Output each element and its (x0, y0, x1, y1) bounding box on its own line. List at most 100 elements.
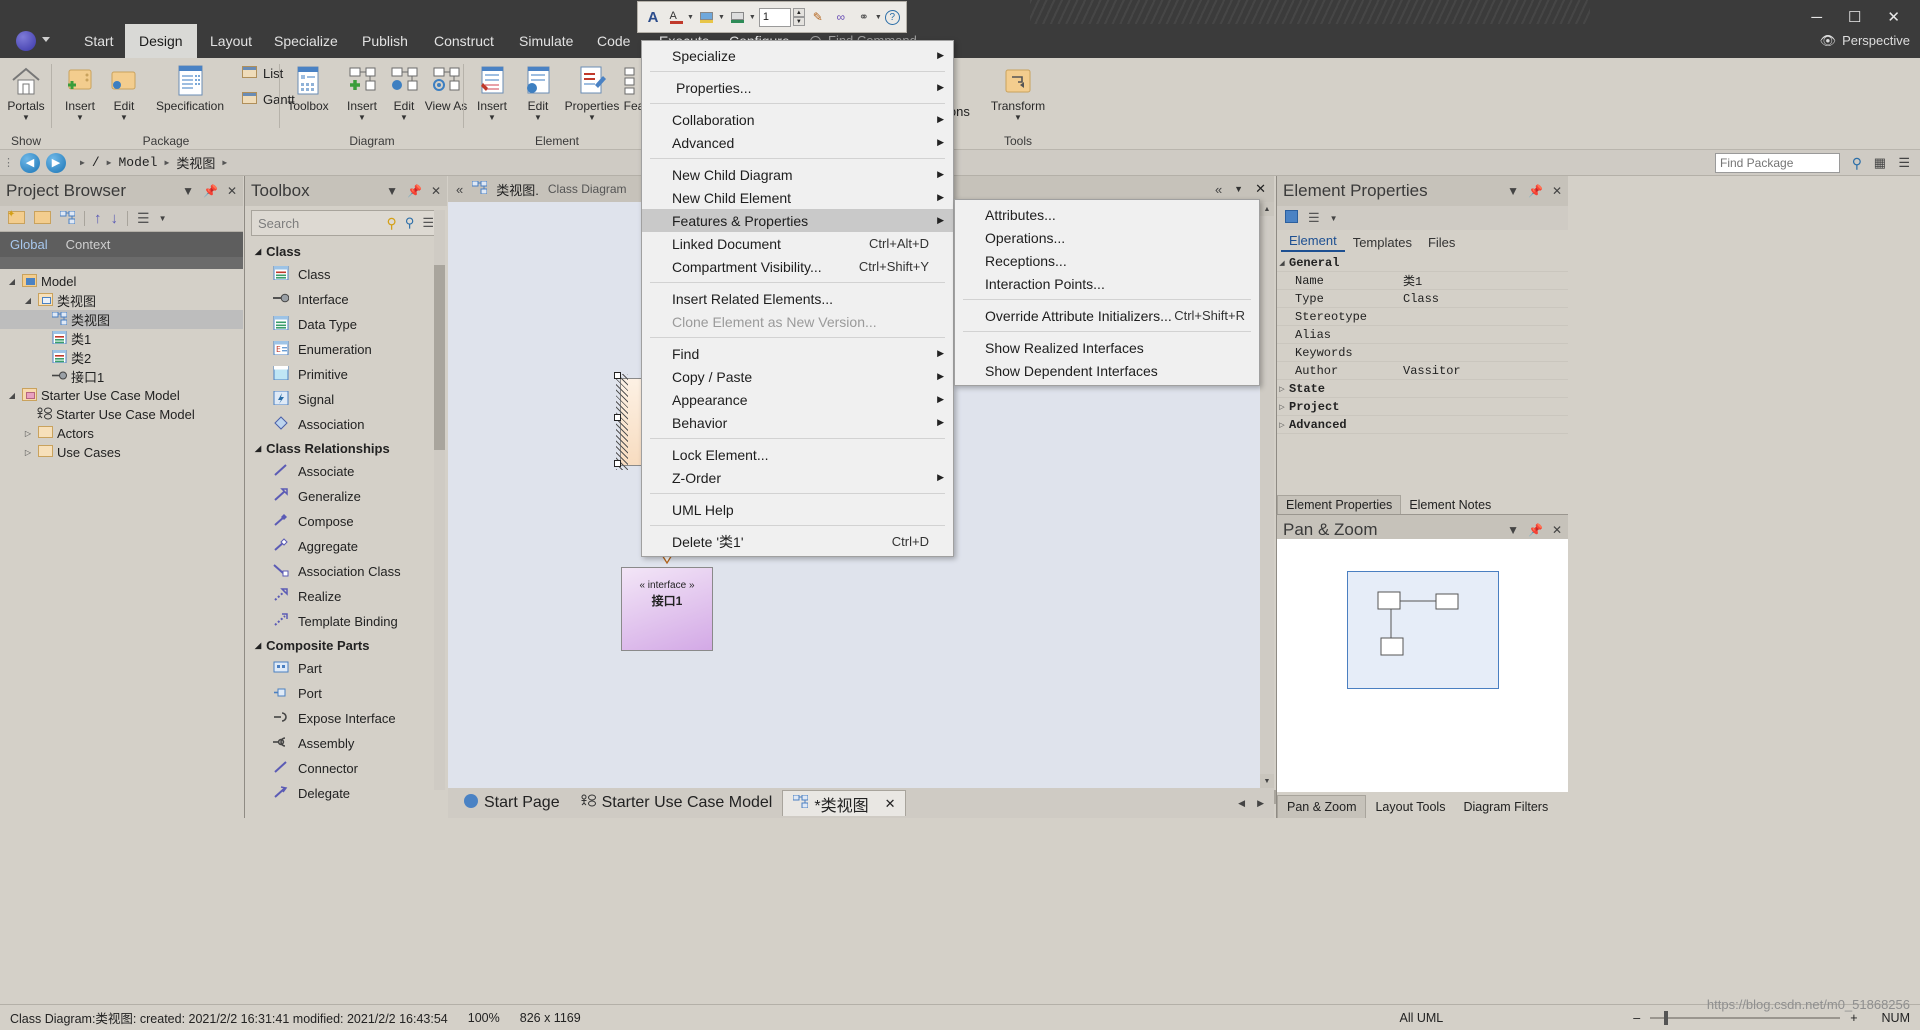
toolbox-item-association[interactable]: Association (245, 412, 447, 437)
ep-foot-tab-element-notes[interactable]: Element Notes (1401, 496, 1499, 514)
chevron-down-icon[interactable]: ▼ (1330, 214, 1338, 223)
toolbox-item-aggregate[interactable]: Aggregate (245, 534, 447, 559)
menu-item-collaboration[interactable]: Collaboration ▶ (642, 108, 953, 131)
zoom-out-button[interactable]: – (1633, 1011, 1640, 1025)
ribbon-tab-construct[interactable]: Construct (420, 24, 508, 58)
chevron-left-double-icon[interactable]: « (456, 182, 463, 197)
property-row-alias[interactable]: Alias (1277, 326, 1568, 344)
ribbon-tab-code[interactable]: Code (583, 24, 644, 58)
menu-item-find[interactable]: Find ▶ (642, 342, 953, 365)
submenu-item-show-realized-interfaces[interactable]: Show Realized Interfaces (955, 336, 1259, 359)
toolbox-item-assembly[interactable]: Assembly (245, 731, 447, 756)
resize-handle[interactable] (614, 460, 621, 467)
ribbon-tab-design[interactable]: Design (125, 24, 197, 58)
tree-item-model[interactable]: ◢ Model (0, 272, 243, 291)
menu-icon[interactable]: ☰ (137, 210, 150, 227)
menu-item-compartment-visibility[interactable]: Compartment Visibility... Ctrl+Shift+Y (642, 255, 953, 278)
close-icon[interactable]: ✕ (1552, 184, 1562, 198)
ribbon-tab-specialize[interactable]: Specialize (260, 24, 352, 58)
move-up-icon[interactable]: ↑ (94, 210, 102, 227)
project-browser-tabs[interactable]: Global Context (0, 232, 243, 257)
property-value[interactable]: Class (1395, 292, 1568, 306)
menu-item-z-order[interactable]: Z-Order ▶ (642, 466, 953, 489)
menu-item-lock-element[interactable]: Lock Element... (642, 443, 953, 466)
breadcrumb-package[interactable]: 类视图 (176, 153, 215, 172)
ep-foot-tab-element-properties[interactable]: Element Properties (1277, 495, 1402, 514)
grid-icon[interactable]: ▦ (1874, 155, 1886, 171)
pb-tab-global[interactable]: Global (10, 237, 48, 252)
pin-icon[interactable]: 📌 (1528, 184, 1543, 198)
property-section-general[interactable]: ◢ General (1277, 254, 1568, 272)
chevron-down-icon[interactable]: ▼ (1507, 184, 1519, 198)
element-properties-toolbar[interactable]: ☰ ▼ (1277, 206, 1568, 230)
pencil-icon[interactable]: ✎ (808, 6, 828, 28)
glasses-icon[interactable]: ⚭ (854, 6, 874, 28)
toolbox-item-association-class[interactable]: Association Class (245, 559, 447, 584)
breadcrumb[interactable]: ▶ / ▶ Model ▶ 类视图 ▶ (80, 153, 227, 172)
twisty-icon[interactable]: ◢ (1277, 259, 1287, 267)
toolbox-item-primitive[interactable]: Primitive (245, 362, 447, 387)
toolbox-item-realize[interactable]: Realize (245, 584, 447, 609)
slider-knob[interactable] (1664, 1010, 1669, 1025)
chevron-down-icon[interactable]: ▼ (749, 14, 756, 21)
property-section-state[interactable]: ▷ State (1277, 380, 1568, 398)
list-menu-item[interactable]: List (242, 66, 283, 81)
tree-item-starter-use-case-model[interactable]: ◢ Starter Use Case Model (0, 386, 243, 405)
diagram-tab-class-diagram[interactable]: *类视图 ✕ (782, 790, 907, 816)
close-icon[interactable]: ✕ (1255, 181, 1266, 197)
toolbox-search-row[interactable]: Search ⚲ ⚲ ☰ (251, 210, 441, 236)
resize-handle[interactable] (614, 372, 621, 379)
property-row-name[interactable]: Name 类1 (1277, 272, 1568, 290)
fill-color-icon[interactable] (697, 6, 717, 28)
breadcrumb-root[interactable]: / (92, 155, 100, 170)
chevron-down-icon[interactable]: ▼ (687, 14, 694, 21)
toolbox-group-composite-parts[interactable]: ◢ Composite Parts (245, 634, 447, 656)
scrollbar-thumb[interactable] (434, 265, 445, 450)
find-package-input[interactable] (1715, 153, 1840, 173)
scroll-down-button[interactable]: ▼ (1260, 774, 1274, 788)
menu-item-delete-element[interactable]: Delete '类1' Ctrl+D (642, 530, 953, 553)
property-section-project[interactable]: ▷ Project (1277, 398, 1568, 416)
pan-zoom-footer-tabs[interactable]: Pan & Zoom Layout Tools Diagram Filters (1277, 792, 1568, 818)
menu-icon[interactable]: ☰ (422, 215, 434, 231)
ribbon-tab-start[interactable]: Start (70, 24, 128, 58)
toolbox-scrollbar[interactable] (434, 210, 445, 790)
menu-item-linked-document[interactable]: Linked Document Ctrl+Alt+D (642, 232, 953, 255)
twisty-icon[interactable]: ▷ (22, 448, 34, 457)
twisty-icon[interactable]: ◢ (255, 444, 261, 453)
tree-item-starter-use-case-diagram[interactable]: Starter Use Case Model (0, 405, 243, 424)
submenu-item-show-dependent-interfaces[interactable]: Show Dependent Interfaces (955, 359, 1259, 382)
scroll-up-button[interactable]: ▲ (1260, 202, 1274, 216)
chevron-down-icon[interactable]: ▼ (182, 184, 194, 198)
chevron-down-icon[interactable]: ▼ (875, 14, 882, 21)
ribbon-tab-layout[interactable]: Layout (196, 24, 266, 58)
chevron-down-icon[interactable]: ▼ (718, 14, 725, 21)
back-arrow-icon[interactable]: ◀ (20, 152, 40, 173)
twisty-icon[interactable]: ◢ (22, 296, 34, 305)
link-icon[interactable]: ∞ (831, 6, 851, 28)
menu-item-copy-paste[interactable]: Copy / Paste ▶ (642, 365, 953, 388)
specification-button[interactable]: Specification (142, 62, 238, 113)
property-value[interactable]: Vassitor (1395, 364, 1568, 378)
chevron-down-icon[interactable]: ▼ (0, 113, 54, 122)
chevron-down-icon[interactable]: ▼ (96, 113, 152, 122)
twisty-icon[interactable]: ▷ (1277, 385, 1287, 393)
toolbox-item-associate[interactable]: Associate (245, 459, 447, 484)
tree-item-use-cases[interactable]: ▷ Use Cases (0, 443, 243, 462)
pz-tab-layout-tools[interactable]: Layout Tools (1366, 796, 1454, 818)
toolbox-item-delegate[interactable]: Delegate (245, 781, 447, 806)
submenu-item-override-attribute-initializers[interactable]: Override Attribute Initializers... Ctrl+… (955, 304, 1259, 327)
breadcrumb-model[interactable]: Model (118, 155, 157, 170)
submenu-item-attributes[interactable]: Attributes... (955, 203, 1259, 226)
tab-nav-next[interactable]: ▶ (1257, 798, 1264, 809)
help-icon[interactable]: ? (884, 9, 900, 25)
minimize-button[interactable]: ─ (1811, 9, 1822, 26)
tree-item-actors[interactable]: ▷ Actors (0, 424, 243, 443)
property-row-author[interactable]: Author Vassitor (1277, 362, 1568, 380)
twisty-icon[interactable]: ▷ (22, 429, 34, 438)
diagram-interface-element[interactable]: « interface » 接口1 (621, 567, 713, 651)
close-icon[interactable]: ✕ (885, 796, 896, 812)
menu-item-advanced[interactable]: Advanced ▶ (642, 131, 953, 154)
menu-item-insert-related-elements[interactable]: Insert Related Elements... (642, 287, 953, 310)
toolbox-item-port[interactable]: Port (245, 681, 447, 706)
